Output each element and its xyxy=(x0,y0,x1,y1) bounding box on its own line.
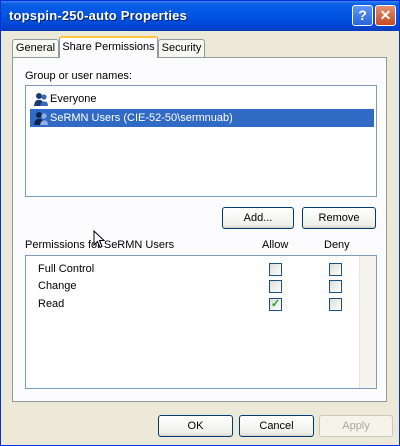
list-item-everyone[interactable]: Everyone xyxy=(30,90,96,108)
deny-change-checkbox[interactable] xyxy=(329,280,342,293)
list-item-sermn-users[interactable]: SeRMN Users (CIE-52-50\sermnuab) xyxy=(30,109,374,127)
check-icon: ✓ xyxy=(271,298,281,310)
tab-general[interactable]: General xyxy=(12,39,59,58)
allow-full-control-checkbox[interactable] xyxy=(269,263,282,276)
allow-header: Allow xyxy=(262,239,289,251)
group-name: Everyone xyxy=(50,93,97,105)
close-button[interactable]: ✕ xyxy=(375,5,396,26)
scrollbar[interactable] xyxy=(359,256,376,388)
deny-header: Deny xyxy=(324,239,350,251)
help-button[interactable]: ? xyxy=(352,5,373,26)
cancel-button[interactable]: Cancel xyxy=(239,415,314,437)
title-bar[interactable]: topspin-250-auto Properties ? ✕ xyxy=(1,1,399,31)
tab-security[interactable]: Security xyxy=(158,39,205,58)
permission-name: Full Control xyxy=(38,263,95,275)
permission-name: Change xyxy=(38,280,77,292)
deny-full-control-checkbox[interactable] xyxy=(329,263,342,276)
deny-read-checkbox[interactable] xyxy=(329,298,342,311)
permissions-list: Full Control Change Read ✓ xyxy=(25,255,377,389)
remove-button[interactable]: Remove xyxy=(302,207,376,229)
group-icon xyxy=(34,93,48,106)
add-button[interactable]: Add... xyxy=(222,207,294,229)
apply-button[interactable]: Apply xyxy=(319,415,393,437)
mouse-cursor-icon xyxy=(93,230,105,249)
tab-share-permissions[interactable]: Share Permissions xyxy=(59,36,158,58)
properties-dialog: topspin-250-auto Properties ? ✕ General … xyxy=(0,0,400,446)
permission-name: Read xyxy=(38,298,65,310)
group-list[interactable]: Everyone SeRMN Users (CIE-52-50\sermnuab… xyxy=(25,85,377,197)
window-title: topspin-250-auto Properties xyxy=(9,8,188,23)
allow-read-checkbox[interactable]: ✓ xyxy=(269,298,282,311)
ok-button[interactable]: OK xyxy=(158,415,233,437)
tab-panel: Group or user names: Everyone SeRMN User… xyxy=(12,57,387,402)
group-list-label: Group or user names: xyxy=(25,70,132,82)
allow-change-checkbox[interactable] xyxy=(269,280,282,293)
group-icon xyxy=(34,112,48,125)
group-name: SeRMN Users (CIE-52-50\sermnuab) xyxy=(50,112,233,124)
